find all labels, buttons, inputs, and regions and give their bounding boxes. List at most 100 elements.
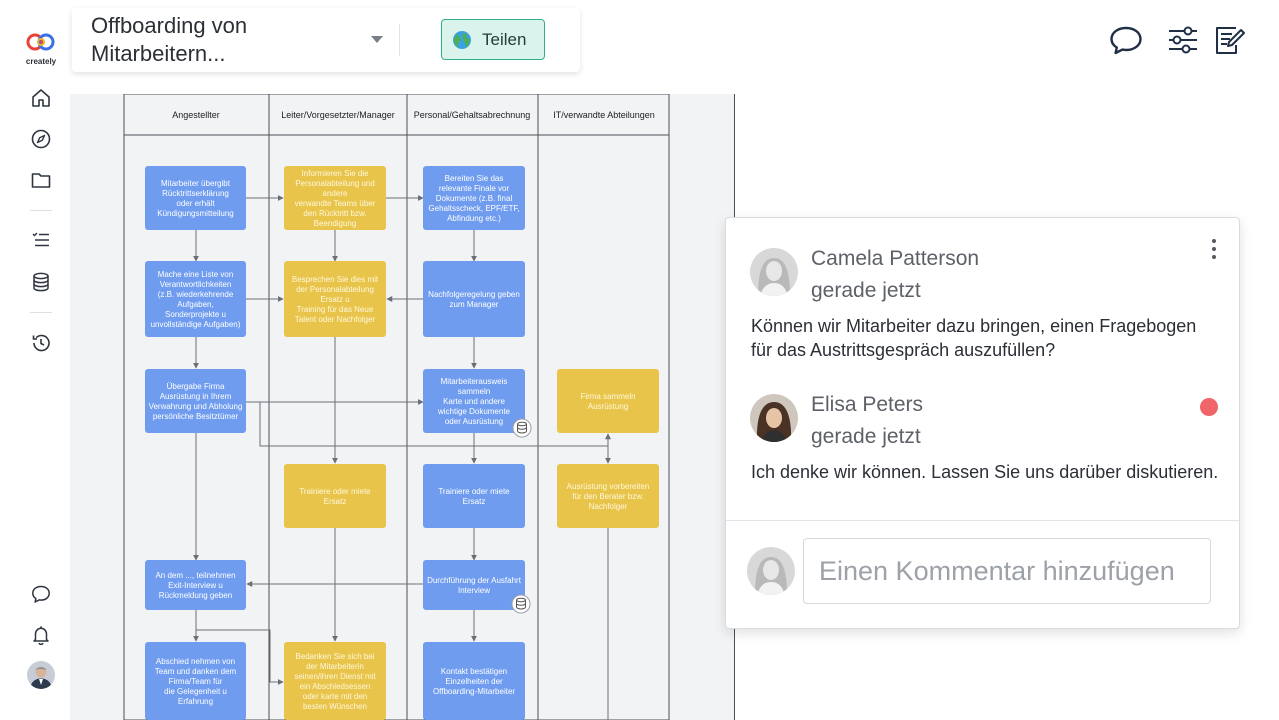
- explore-button[interactable]: [27, 125, 55, 153]
- node-label: (z.B. wiederkehrende: [158, 290, 234, 299]
- node-shape[interactable]: [145, 369, 246, 433]
- diagram-node[interactable]: Trainiere oder mieteErsatz: [423, 464, 525, 528]
- node-label: besten Wünschen: [303, 702, 367, 711]
- node-label: sammeln: [458, 387, 490, 396]
- node-label: Beendigung: [314, 219, 357, 228]
- node-label: oder Ausrüstung: [445, 417, 503, 426]
- node-label: Ausrüstung in Ihrem: [160, 392, 232, 401]
- node-label: andere: [323, 189, 348, 198]
- diagram-node[interactable]: Bereiten Sie dasrelevante Finale vorDoku…: [423, 166, 525, 230]
- node-label: Trainiere oder miete: [299, 487, 371, 496]
- tasks-icon: [32, 232, 49, 247]
- node-shape[interactable]: [423, 560, 525, 610]
- home-button[interactable]: [27, 84, 55, 112]
- diagram-node[interactable]: Ausrüstung vorbereitenfür den Berater bz…: [557, 464, 659, 528]
- node-label: Abfindung etc.): [447, 214, 501, 223]
- node-shape[interactable]: [284, 464, 386, 528]
- comment-panel: Camela Patterson gerade jetzt Können wir…: [725, 217, 1240, 629]
- database-badge-icon: [511, 594, 531, 614]
- diagram-canvas[interactable]: Angestellter Leiter/Vorgesetzter/Manager…: [70, 93, 735, 720]
- comment-text: Ich denke wir können. Lassen Sie uns dar…: [751, 462, 1219, 482]
- edit-notes-icon: [1216, 27, 1245, 54]
- rail-divider: [30, 312, 52, 313]
- diagram-node[interactable]: Mitarbeiter übergibtRücktrittserklärungo…: [145, 166, 246, 230]
- node-label: die Gelegenheit u: [164, 687, 227, 696]
- node-label: Übergabe Firma: [167, 382, 225, 391]
- tasks-button[interactable]: [27, 226, 55, 254]
- header-divider: [399, 24, 400, 56]
- node-label: Personalabteilung und: [295, 179, 375, 188]
- more-options-icon[interactable]: [1204, 236, 1224, 266]
- node-label: Ersatz: [463, 497, 486, 506]
- folder-icon: [31, 173, 51, 188]
- comment-input[interactable]: [803, 538, 1211, 604]
- settings-button[interactable]: [1165, 22, 1201, 58]
- node-label: Kontakt bestätigen: [441, 667, 507, 676]
- lane-header: Leiter/Vorgesetzter/Manager: [281, 110, 395, 120]
- share-button[interactable]: Teilen: [441, 19, 545, 60]
- node-shape[interactable]: [423, 464, 525, 528]
- diagram-node[interactable]: Besprechen Sie dies mitder Personalabtei…: [284, 261, 386, 337]
- home-icon: [32, 89, 50, 107]
- node-shape[interactable]: [423, 261, 525, 337]
- database-button[interactable]: [27, 268, 55, 296]
- user-avatar[interactable]: [27, 661, 55, 689]
- diagram-nodes[interactable]: Mitarbeiter übergibtRücktrittserklärungo…: [145, 166, 659, 720]
- node-label: verwandte Teams über: [295, 199, 376, 208]
- diagram-node[interactable]: Mache eine Liste vonVerantwortlichkeiten…: [145, 261, 246, 337]
- left-rail: creately: [0, 0, 70, 720]
- avatar-image: [750, 394, 798, 442]
- document-title[interactable]: Offboarding von Mitarbeitern...: [91, 12, 351, 68]
- node-label: Besprechen Sie dies mit: [292, 275, 379, 284]
- node-label: zum Manager: [450, 300, 499, 309]
- history-icon: [32, 334, 50, 352]
- database-badge-icon: [512, 418, 532, 438]
- diagram-node[interactable]: Durchführung der AusfahrtInterview: [423, 560, 525, 610]
- node-label: Durchführung der Ausfahrt: [427, 576, 522, 585]
- comments-icon: [1110, 26, 1142, 55]
- folder-button[interactable]: [27, 166, 55, 194]
- document-header: Offboarding von Mitarbeitern... Teilen: [72, 8, 580, 72]
- node-shape[interactable]: [557, 369, 659, 433]
- comment-author: Camela Patterson: [811, 247, 980, 270]
- lane-header: Angestellter: [172, 110, 220, 120]
- notifications-button[interactable]: [27, 621, 55, 649]
- chat-button[interactable]: [27, 580, 55, 608]
- diagram-node[interactable]: Nachfolgeregelung gebenzum Manager: [423, 261, 525, 337]
- node-label: Exit-Interview u: [168, 581, 223, 590]
- comment-time: gerade jetzt: [811, 279, 921, 302]
- swimlane-diagram[interactable]: Angestellter Leiter/Vorgesetzter/Manager…: [70, 93, 735, 720]
- diagram-node[interactable]: Übergabe FirmaAusrüstung in IhremVerwahr…: [145, 369, 246, 433]
- settings-sliders-icon: [1169, 26, 1197, 54]
- explore-icon: [31, 129, 51, 149]
- lane-header: Personal/Gehaltsabrechnung: [414, 110, 531, 120]
- creately-logo[interactable]: creately: [20, 33, 62, 66]
- diagram-node[interactable]: Bedanken Sie sich beider Mitarbeiterinse…: [284, 642, 386, 720]
- node-label: Mitarbeiterausweis: [441, 377, 508, 386]
- node-label: Offboarding-Mitarbeiter: [433, 687, 515, 696]
- node-label: Nachfolgeregelung geben: [428, 290, 520, 299]
- chevron-down-icon[interactable]: [371, 36, 383, 43]
- node-label: Verantwortlichkeiten: [160, 280, 232, 289]
- diagram-node[interactable]: MitarbeiterausweissammelnKarte und ander…: [423, 369, 525, 433]
- panel-divider: [726, 520, 1239, 521]
- avatar-image: [747, 547, 795, 595]
- node-label: Karte und andere: [443, 397, 505, 406]
- notes-button[interactable]: [1211, 22, 1247, 58]
- node-label: für den Berater bzw.: [572, 492, 644, 501]
- diagram-node[interactable]: An dem ..., teilnehmenExit-Interview uRü…: [145, 560, 246, 610]
- diagram-node[interactable]: Kontakt bestätigenEinzelheiten derOffboa…: [423, 642, 525, 720]
- history-button[interactable]: [27, 329, 55, 357]
- diagram-node[interactable]: Firma sammelnAusrüstung: [557, 369, 659, 433]
- comment-author: Elisa Peters: [811, 393, 924, 416]
- node-label: Trainiere oder miete: [438, 487, 510, 496]
- rail-divider: [30, 210, 52, 211]
- node-label: Ausrüstung vorbereiten: [567, 482, 650, 491]
- node-label: Kündigungsmitteilung: [157, 209, 234, 218]
- comments-button[interactable]: [1108, 22, 1144, 58]
- diagram-node[interactable]: Trainiere oder mieteErsatz: [284, 464, 386, 528]
- node-label: Gehaltsscheck, EPF/ETF,: [428, 204, 519, 213]
- diagram-node[interactable]: Informieren Sie diePersonalabteilung und…: [284, 166, 386, 230]
- node-shape[interactable]: [145, 166, 246, 230]
- diagram-node[interactable]: Abschied nehmen vonTeam und danken demFi…: [145, 642, 246, 720]
